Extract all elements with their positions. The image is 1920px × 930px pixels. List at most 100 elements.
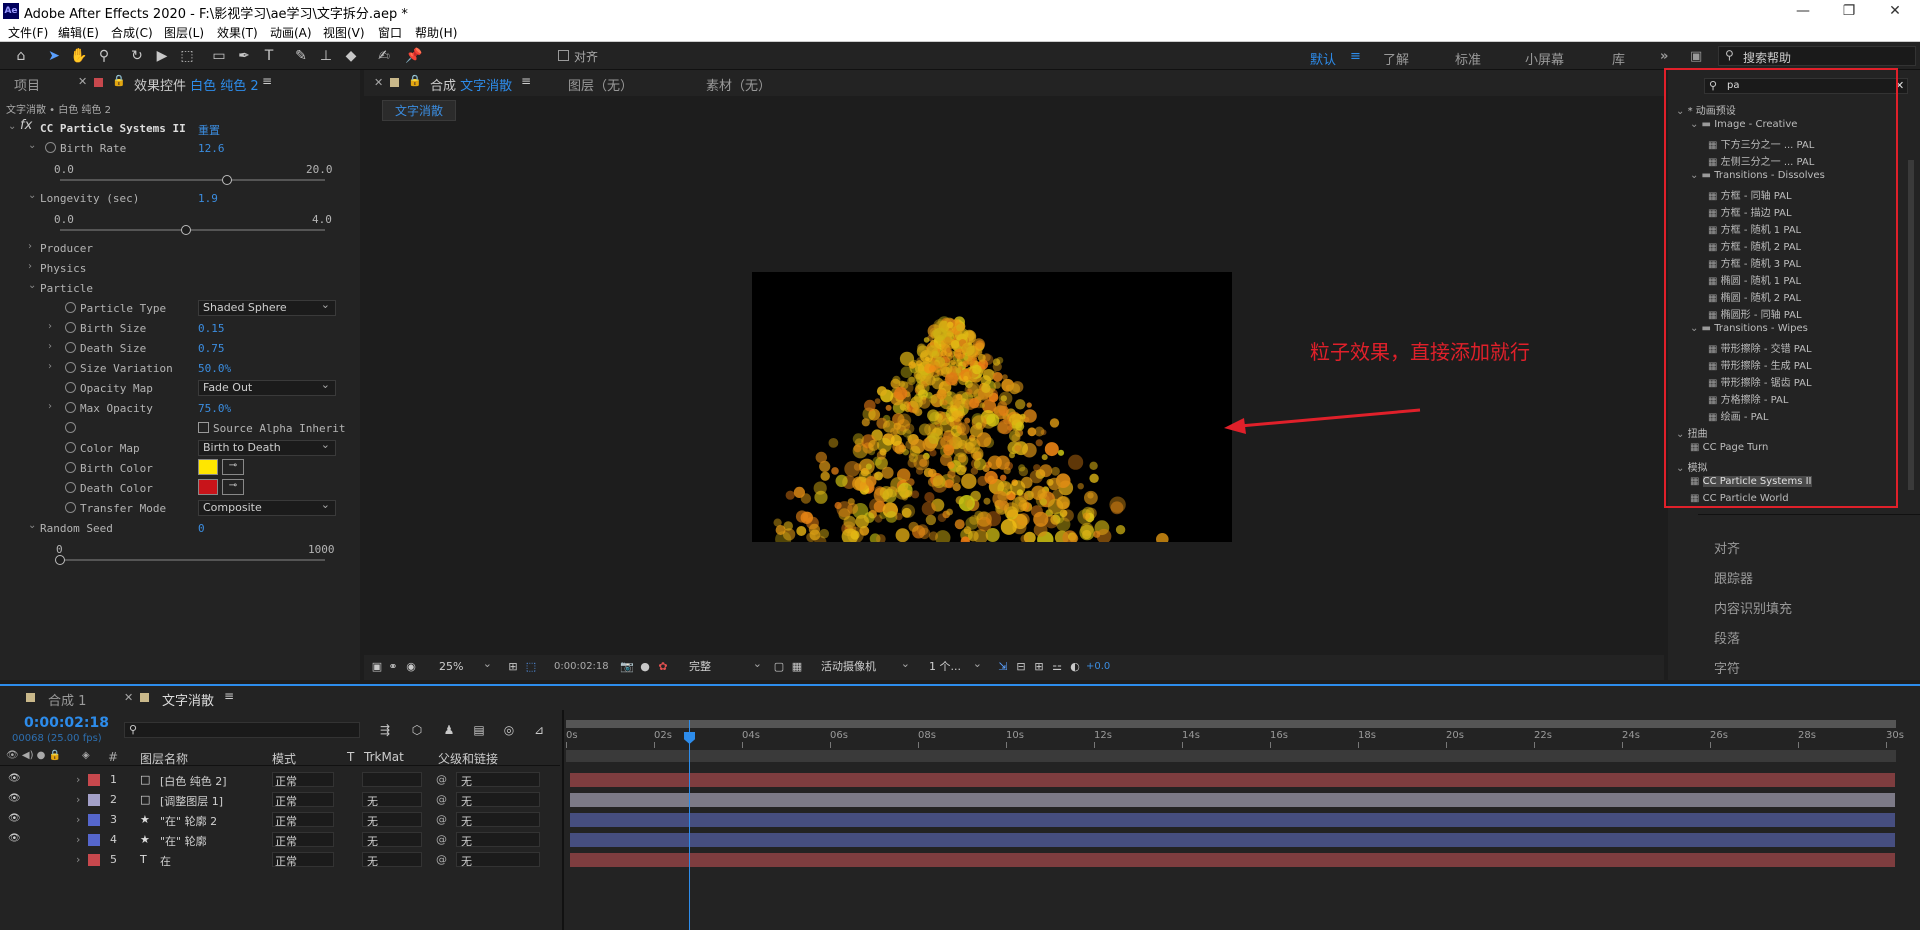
layer-duration-bar[interactable]	[570, 833, 1895, 847]
stopwatch-icon[interactable]	[45, 142, 56, 153]
flowchart-icon[interactable]: ⚍	[1048, 658, 1066, 676]
panel-menu-icon[interactable]: ≡	[521, 74, 531, 88]
death-color-swatch[interactable]	[198, 479, 218, 495]
layer-parent-dropdown[interactable]: 无	[456, 832, 540, 848]
chevron-down-icon[interactable]: ⌄	[28, 520, 36, 531]
lock-icon[interactable]: 🔒	[408, 74, 422, 87]
preset-scrollbar[interactable]	[1908, 160, 1914, 490]
playhead[interactable]	[689, 720, 691, 930]
layer-label-swatch[interactable]	[88, 834, 100, 846]
menu-file[interactable]: 文件(F)	[8, 24, 48, 41]
eyedropper-icon[interactable]: ⊸	[222, 479, 244, 495]
opacity-map-dropdown[interactable]: Fade Out	[198, 378, 336, 396]
minimize-icon[interactable]: —	[1780, 0, 1826, 22]
random-seed-knob[interactable]	[55, 555, 65, 565]
camera-snapshot-icon[interactable]: 📷	[618, 658, 636, 676]
layer-label-swatch[interactable]	[88, 854, 100, 866]
col-mode[interactable]: 模式	[272, 750, 296, 767]
layer-mode-dropdown[interactable]: 正常	[272, 812, 334, 828]
visibility-icon[interactable]: 👁	[8, 793, 21, 804]
size-variation-value[interactable]: 50.0%	[198, 362, 231, 375]
stopwatch-icon[interactable]	[65, 342, 76, 353]
chevron-right-icon[interactable]: ›	[48, 341, 52, 352]
mask-icon[interactable]: ◉	[402, 658, 420, 676]
exposure-value[interactable]: +0.0	[1086, 661, 1110, 672]
visibility-icon[interactable]: 👁	[8, 833, 21, 844]
max-opacity-value[interactable]: 75.0%	[198, 402, 231, 415]
layer-trkmat-dropdown[interactable]: 无	[362, 832, 422, 848]
workspace-default[interactable]: 默认	[1310, 49, 1336, 68]
visibility-icon[interactable]: 👁	[8, 773, 21, 784]
menu-composition[interactable]: 合成(C)	[111, 24, 153, 41]
stopwatch-icon[interactable]	[65, 502, 76, 513]
views-dropdown[interactable]: 1 个...	[924, 657, 988, 675]
collapsed-panel-align[interactable]: 对齐	[1714, 538, 1740, 557]
menu-edit[interactable]: 编辑(E)	[58, 24, 99, 41]
timeline-timecode[interactable]: 0:00:02:18	[24, 715, 109, 731]
table-row[interactable]: › 5 T 在 正常 无 @ 无	[0, 850, 560, 870]
close-icon[interactable]: ✕	[374, 76, 383, 89]
birth-color-swatch[interactable]	[198, 459, 218, 475]
transfer-mode-dropdown[interactable]: Composite	[198, 498, 336, 516]
stopwatch-icon[interactable]	[65, 462, 76, 473]
layer-name[interactable]: 在	[160, 853, 171, 869]
clone-stamp-tool-icon[interactable]: ⊥	[317, 47, 335, 65]
motion-blur-icon[interactable]: ◎	[500, 721, 518, 739]
layer-parent-dropdown[interactable]: 无	[456, 772, 540, 788]
region-icon[interactable]: ⬚	[522, 658, 540, 676]
eyedropper-icon[interactable]: ⊸	[222, 459, 244, 475]
align-checkbox[interactable]	[558, 50, 569, 61]
random-seed-slider[interactable]	[60, 559, 325, 561]
longevity-value[interactable]: 1.9	[198, 192, 218, 205]
roto-brush-tool-icon[interactable]: ✍	[375, 47, 393, 65]
table-row[interactable]: 👁 › 4 ★ "在" 轮廓 正常 无 @ 无	[0, 830, 560, 850]
menu-animation[interactable]: 动画(A)	[270, 24, 312, 41]
time-ruler[interactable]: 0s 02s 04s 06s 08s 10s 12s 14s 16s 18s 20s 22s 24s 26…	[566, 728, 1904, 748]
collapsed-panel-paragraph[interactable]: 段落	[1714, 628, 1740, 647]
layer-trkmat-dropdown[interactable]: 无	[362, 852, 422, 868]
birth-rate-slider[interactable]	[60, 179, 325, 181]
birth-rate-knob[interactable]	[221, 175, 232, 185]
selection-tool-icon[interactable]: ➤	[45, 47, 63, 65]
col-trkmat[interactable]: TrkMat	[364, 750, 404, 764]
source-alpha-checkbox[interactable]	[198, 422, 209, 433]
layer-search-input[interactable]: ⚲	[124, 722, 360, 738]
panel-menu-icon[interactable]: ≡	[224, 689, 234, 703]
close-icon[interactable]: ✕	[124, 691, 133, 704]
layer-name[interactable]: [白色 纯色 2]	[160, 773, 227, 789]
tab-composition[interactable]: 合成 文字消散	[430, 75, 512, 94]
reset-exposure-icon[interactable]: ◐	[1066, 658, 1084, 676]
layer-mode-dropdown[interactable]: 正常	[272, 792, 334, 808]
chevron-right-icon[interactable]: ›	[76, 773, 80, 786]
menu-effect[interactable]: 效果(T)	[217, 24, 258, 41]
reset-link[interactable]: 重置	[198, 122, 220, 138]
chevron-down-icon[interactable]: ⌄	[28, 280, 36, 291]
layer-label-swatch[interactable]	[88, 814, 100, 826]
close-icon[interactable]: ✕	[1872, 0, 1918, 22]
rotate-tool-icon[interactable]: ↻	[128, 47, 146, 65]
pick-whip-icon[interactable]: @	[436, 833, 447, 846]
layer-trkmat-dropdown[interactable]: 无	[362, 812, 422, 828]
show-snapshot-icon[interactable]: ●	[636, 658, 654, 676]
pick-whip-icon[interactable]: @	[436, 853, 447, 866]
workspace-standard[interactable]: 标准	[1455, 49, 1481, 68]
group-producer[interactable]: Producer	[40, 242, 93, 255]
fast-preview-icon[interactable]: ⇲	[994, 658, 1012, 676]
chevron-right-icon[interactable]: ›	[76, 833, 80, 846]
camera-tool-icon[interactable]: ▶	[153, 47, 171, 65]
type-tool-icon[interactable]: T	[260, 47, 278, 65]
pick-whip-icon[interactable]: @	[436, 773, 447, 786]
graph-editor-icon[interactable]: ⊿	[530, 721, 548, 739]
layer-duration-bar[interactable]	[570, 793, 1895, 807]
chevron-down-icon[interactable]: ⌄	[8, 121, 16, 132]
stopwatch-icon[interactable]	[65, 442, 76, 453]
collapsed-panel-tracker[interactable]: 跟踪器	[1714, 568, 1753, 587]
workspace-learn[interactable]: 了解	[1383, 49, 1409, 68]
timeline-icon[interactable]: ⊟	[1012, 658, 1030, 676]
tab-layer[interactable]: 图层（无）	[568, 75, 633, 94]
birth-size-value[interactable]: 0.15	[198, 322, 225, 335]
chevron-right-icon[interactable]: ›	[76, 853, 80, 866]
collapsed-panel-character[interactable]: 字符	[1714, 658, 1740, 677]
chevron-right-icon[interactable]: ›	[28, 241, 32, 252]
layer-name[interactable]: "在" 轮廓 2	[160, 813, 217, 829]
